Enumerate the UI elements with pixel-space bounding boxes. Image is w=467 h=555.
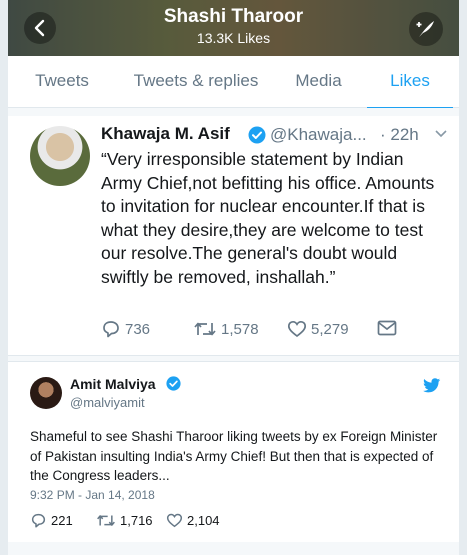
heart-icon — [287, 320, 307, 338]
tab-tweets[interactable]: Tweets — [8, 56, 116, 108]
profile-name-title: Shashi Tharoor — [163, 6, 304, 27]
verified-badge-icon — [166, 376, 181, 391]
tweet-timestamp[interactable]: 9:32 PM - Jan 14, 2018 — [30, 488, 155, 502]
profile-tabs: Tweets Tweets & replies Media Likes — [8, 56, 459, 109]
reply-icon — [31, 513, 46, 528]
direct-message-button[interactable] — [377, 320, 401, 336]
embedded-tweet[interactable]: Amit Malviya @malviyamit Shameful to see… — [8, 362, 459, 542]
reply-button[interactable]: 221 — [30, 513, 73, 528]
like-count: 2,104 — [187, 513, 220, 528]
envelope-icon — [377, 320, 397, 336]
verified-badge-icon — [248, 126, 266, 144]
compose-tweet-button[interactable] — [409, 12, 443, 46]
liked-tweet[interactable]: Khawaja M. Asif @Khawaja... · 22h “Very … — [8, 116, 459, 356]
tweet-author-handle[interactable]: @Khawaja... — [270, 125, 367, 145]
retweet-count: 1,716 — [120, 513, 153, 528]
twitter-bird-icon[interactable] — [423, 378, 441, 393]
reply-button[interactable]: 736 — [101, 320, 150, 338]
tweet-text: Shameful to see Shashi Tharoor liking tw… — [30, 429, 438, 483]
retweet-button[interactable]: 1,716 — [96, 513, 153, 528]
tab-likes[interactable]: Likes — [361, 56, 459, 109]
tab-media[interactable]: Media — [276, 56, 361, 108]
reply-icon — [103, 321, 119, 338]
avatar[interactable] — [30, 377, 62, 409]
tweet-author-name[interactable]: Khawaja M. Asif — [101, 124, 230, 144]
tab-tweets-replies[interactable]: Tweets & replies — [116, 56, 276, 108]
reply-count: 221 — [51, 513, 73, 528]
retweet-count: 1,578 — [221, 320, 259, 338]
like-count: 5,279 — [311, 320, 349, 338]
reply-count: 736 — [125, 320, 151, 338]
profile-header: Shashi Tharoor 13.3K Likes — [8, 0, 459, 56]
app-frame: Shashi Tharoor 13.3K Likes Tweets Tweets… — [8, 0, 459, 555]
like-button[interactable]: 5,279 — [287, 320, 349, 338]
tweet-text: “Very irresponsible statement by Indian … — [101, 149, 435, 287]
retweet-button[interactable]: 1,578 — [193, 320, 259, 338]
divider — [8, 108, 459, 116]
like-button[interactable]: 2,104 — [166, 513, 220, 528]
tweet-actions: 736 1,578 5,279 — [101, 320, 421, 342]
avatar[interactable] — [30, 126, 90, 186]
retweet-icon — [97, 515, 115, 526]
tweet-author-name[interactable]: Amit Malviya — [70, 376, 156, 392]
tweet-timestamp[interactable]: · 22h — [380, 125, 419, 145]
chevron-down-icon[interactable] — [435, 130, 447, 138]
compose-icon — [416, 21, 434, 37]
tweet-author-handle[interactable]: @malviyamit — [70, 395, 145, 410]
likes-count: 13.3K Likes — [196, 30, 271, 46]
tweet-actions: 221 1,716 2,104 — [30, 513, 280, 531]
heart-icon — [166, 513, 183, 528]
retweet-icon — [194, 322, 216, 336]
divider — [8, 542, 459, 555]
